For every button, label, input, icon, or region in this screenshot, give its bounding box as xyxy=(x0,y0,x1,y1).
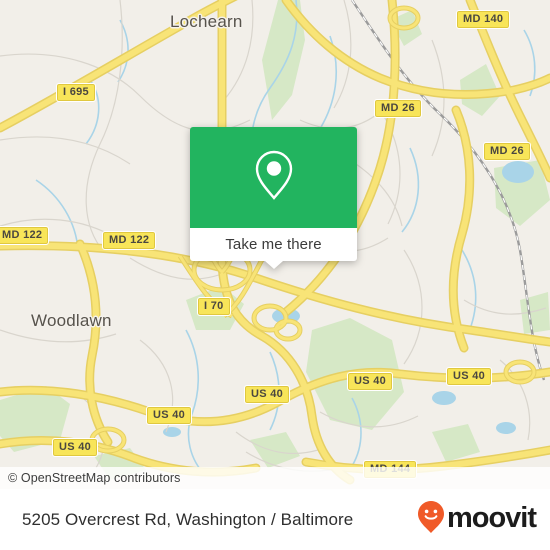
attribution-text: © OpenStreetMap contributors xyxy=(8,471,181,485)
highway-shield[interactable]: US 40 xyxy=(145,406,193,425)
highway-shield[interactable]: MD 26 xyxy=(374,99,422,118)
moovit-logo[interactable]: moovit xyxy=(417,500,537,539)
highway-shield[interactable]: I 70 xyxy=(197,297,231,316)
take-me-there-button[interactable]: Take me there xyxy=(190,228,357,261)
highway-shield[interactable]: US 40 xyxy=(243,385,291,404)
map-pin-icon xyxy=(252,148,296,207)
highway-shield[interactable]: US 40 xyxy=(51,438,99,457)
highway-shield[interactable]: US 40 xyxy=(346,372,394,391)
highway-shield[interactable]: MD 122 xyxy=(0,226,50,245)
place-label: Woodlawn xyxy=(31,311,112,330)
place-label: Lochearn xyxy=(170,12,243,31)
moovit-wordmark: moovit xyxy=(446,502,537,534)
popup-pointer-tail xyxy=(264,261,283,269)
moovit-map-screenshot: Lochearn Woodlawn MD 140 MD 26 MD 26 I 6… xyxy=(0,0,550,550)
highway-shield[interactable]: MD 26 xyxy=(483,142,531,161)
footer-content: 5205 Overcrest Rd, Washington / Baltimor… xyxy=(0,489,550,550)
highway-shield[interactable]: US 40 xyxy=(445,367,493,386)
take-me-there-label: Take me there xyxy=(225,236,322,253)
address-label: 5205 Overcrest Rd, Washington / Baltimor… xyxy=(22,509,354,529)
footer-bar: 5205 Overcrest Rd, Washington / Baltimor… xyxy=(0,489,550,550)
moovit-smiley-pin-icon xyxy=(417,500,445,539)
map-canvas[interactable]: Lochearn Woodlawn MD 140 MD 26 MD 26 I 6… xyxy=(0,0,550,489)
popup-marker-area xyxy=(190,127,357,228)
destination-popup[interactable]: Take me there xyxy=(190,127,357,269)
map-attribution: © OpenStreetMap contributors xyxy=(0,467,550,489)
highway-shield[interactable]: MD 140 xyxy=(455,10,511,29)
highway-shield[interactable]: MD 122 xyxy=(101,231,157,250)
highway-shield[interactable]: I 695 xyxy=(56,83,96,102)
